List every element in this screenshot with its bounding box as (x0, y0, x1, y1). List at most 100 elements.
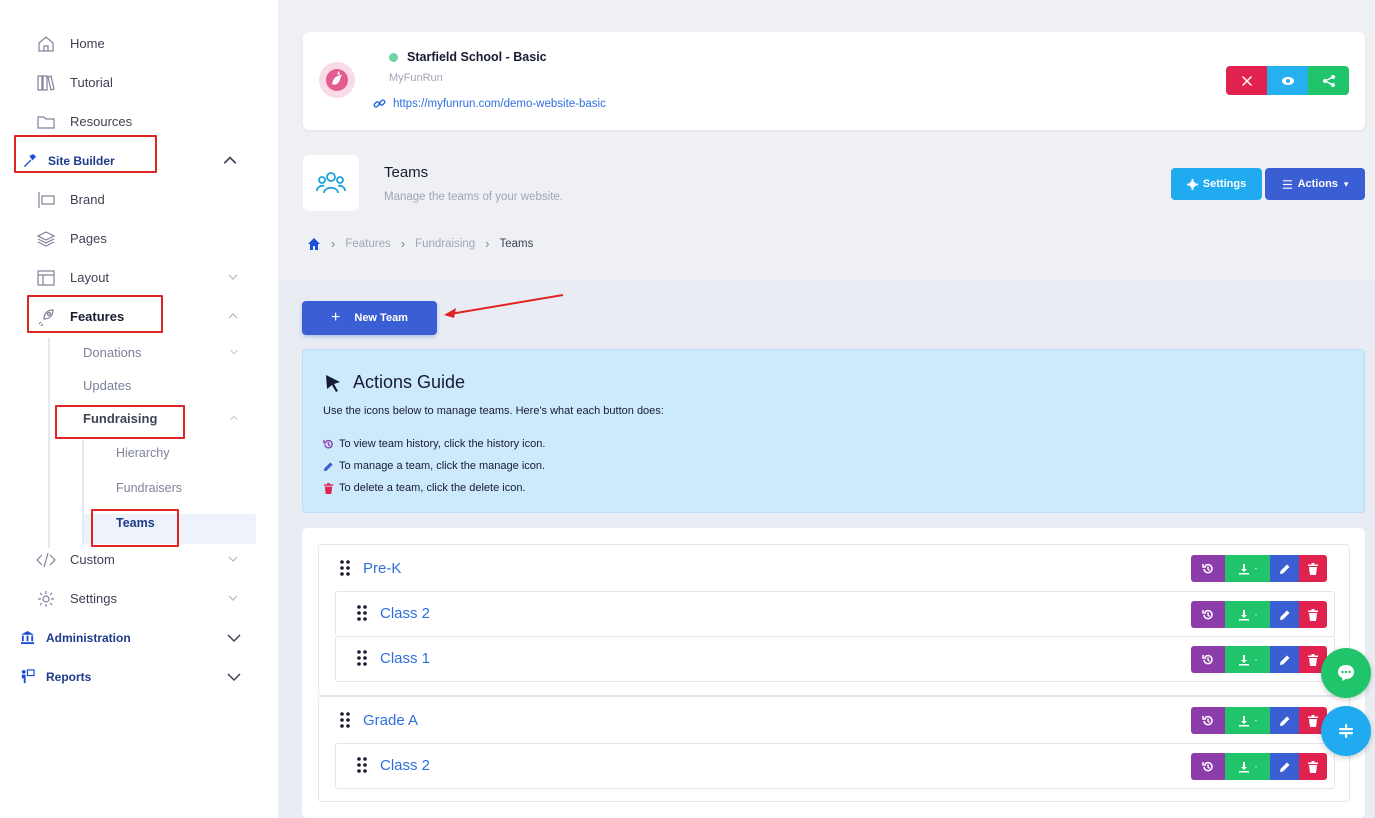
trash-icon (1308, 608, 1318, 621)
chevron-down-icon[interactable] (226, 630, 242, 646)
preview-button[interactable] (1267, 66, 1308, 95)
sidebar-item-label: Home (70, 36, 105, 51)
guide-line-text: To delete a team, click the delete icon. (339, 482, 526, 494)
sidebar-subitem-fundraisers[interactable]: Fundraisers (0, 470, 278, 505)
trash-icon (323, 482, 334, 494)
history-button[interactable] (1191, 753, 1225, 780)
download-dropdown-button[interactable]: - (1225, 646, 1270, 673)
home-icon[interactable] (307, 237, 321, 251)
drag-handle-icon[interactable] (339, 711, 351, 729)
sidebar-item-brand[interactable]: Brand (0, 180, 278, 219)
sidebar-item-label: Resources (70, 114, 133, 129)
breadcrumb-item-fundraising[interactable]: Fundraising (415, 238, 475, 250)
caret-down-icon: - (1254, 610, 1258, 619)
guide-line-delete: To delete a team, click the delete icon. (323, 482, 526, 494)
manage-button[interactable] (1270, 601, 1299, 628)
chevron-up-icon[interactable] (226, 309, 240, 323)
history-icon (1202, 715, 1213, 725)
history-button[interactable] (1191, 646, 1225, 673)
trash-icon (1308, 562, 1318, 575)
chevron-down-icon[interactable] (228, 346, 240, 358)
site-url-text: https://myfunrun.com/demo-website-basic (393, 97, 606, 110)
breadcrumb: › Features › Fundraising › Teams (307, 236, 533, 251)
delete-button[interactable] (1299, 753, 1327, 780)
sidebar-section-reports[interactable]: Reports (0, 657, 278, 696)
adjust-fab-button[interactable] (1321, 706, 1371, 756)
history-button[interactable] (1191, 707, 1225, 734)
share-button[interactable] (1308, 66, 1349, 95)
actions-guide-intro: Use the icons below to manage teams. Her… (323, 405, 664, 417)
sidebar-subitem-teams[interactable]: Teams (0, 505, 278, 540)
team-row-actions: - (1191, 646, 1327, 673)
manage-button[interactable] (1270, 707, 1299, 734)
drag-handle-icon[interactable] (356, 756, 368, 774)
actions-guide-title: Actions Guide (325, 372, 465, 393)
chat-fab-button[interactable] (1321, 648, 1371, 698)
team-row-actions: - (1191, 707, 1327, 734)
layers-icon (36, 229, 62, 249)
gear-icon (36, 589, 62, 609)
sidebar-item-label: Layout (70, 270, 110, 285)
team-name[interactable]: Grade A (363, 712, 418, 729)
chevron-down-icon[interactable] (226, 552, 240, 566)
sidebar-section-label: Administration (46, 630, 131, 645)
chevron-down-icon[interactable] (226, 591, 240, 605)
tools-button[interactable] (1226, 66, 1267, 95)
chevron-down-icon[interactable] (226, 669, 242, 685)
chevron-up-icon[interactable] (222, 153, 238, 169)
manage-button[interactable] (1270, 753, 1299, 780)
drag-handle-icon[interactable] (356, 604, 368, 622)
sidebar-item-settings[interactable]: Settings (0, 579, 278, 618)
manage-button[interactable] (1270, 646, 1299, 673)
drag-handle-icon[interactable] (339, 559, 351, 577)
download-dropdown-button[interactable]: - (1225, 707, 1270, 734)
drag-handle-icon[interactable] (356, 649, 368, 667)
guide-line-history: To view team history, click the history … (323, 438, 545, 450)
download-dropdown-button[interactable]: - (1225, 601, 1270, 628)
sidebar-subitem-updates[interactable]: Updates (0, 369, 278, 402)
history-button[interactable] (1191, 601, 1225, 628)
download-icon (1238, 654, 1249, 665)
sidebar-item-pages[interactable]: Pages (0, 219, 278, 258)
manage-button[interactable] (1270, 555, 1299, 582)
trash-icon (1308, 760, 1318, 773)
team-name[interactable]: Class 2 (380, 605, 430, 622)
site-url-link[interactable]: https://myfunrun.com/demo-website-basic (373, 97, 606, 110)
download-dropdown-button[interactable]: - (1225, 753, 1270, 780)
history-icon (323, 439, 333, 448)
team-row: Class 2 (356, 756, 430, 774)
sidebar-item-label: Hierarchy (116, 445, 170, 460)
sidebar-item-layout[interactable]: Layout (0, 258, 278, 297)
brand-icon (36, 190, 62, 210)
bank-icon (20, 630, 38, 645)
chevron-down-icon[interactable] (226, 270, 240, 284)
team-name[interactable]: Class 2 (380, 757, 430, 774)
new-team-button[interactable]: + New Team (302, 301, 437, 335)
chevron-right-icon: › (485, 236, 490, 251)
breadcrumb-item-features[interactable]: Features (345, 238, 390, 250)
guide-line-manage: To manage a team, click the manage icon. (323, 460, 545, 472)
sidebar-subitem-hierarchy[interactable]: Hierarchy (0, 435, 278, 470)
delete-button[interactable] (1299, 601, 1327, 628)
eye-icon (1281, 76, 1294, 85)
download-dropdown-button[interactable]: - (1225, 555, 1270, 582)
caret-down-icon: - (1254, 564, 1258, 573)
plus-icon: + (331, 309, 341, 326)
site-action-buttons (1226, 66, 1349, 95)
status-dot (389, 52, 398, 62)
reports-icon (20, 669, 38, 684)
sidebar-section-administration[interactable]: Administration (0, 618, 278, 657)
chevron-up-icon[interactable] (228, 412, 240, 424)
sidebar-item-tutorial[interactable]: Tutorial (0, 63, 278, 102)
team-name[interactable]: Pre-K (363, 560, 401, 577)
team-group: Pre-K - Class 2 - Class 1 - (318, 544, 1350, 696)
history-button[interactable] (1191, 555, 1225, 582)
breadcrumb-item-teams: Teams (499, 237, 534, 250)
settings-button[interactable]: Settings (1171, 168, 1262, 200)
delete-button[interactable] (1299, 555, 1327, 582)
sidebar-item-home[interactable]: Home (0, 24, 278, 63)
actions-dropdown-button[interactable]: Actions ▾ (1265, 168, 1365, 200)
site-logo (319, 62, 355, 98)
team-name[interactable]: Class 1 (380, 650, 430, 667)
sidebar-subitem-donations[interactable]: Donations (0, 336, 278, 369)
